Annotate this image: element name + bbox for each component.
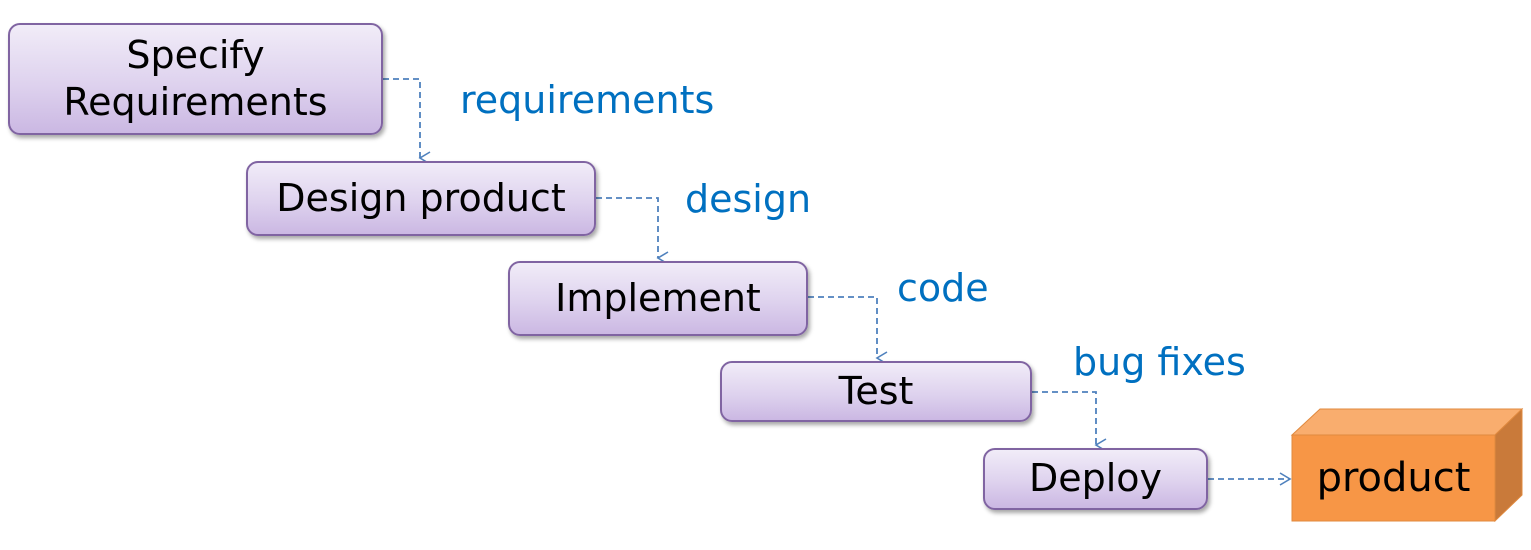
artifact-label-code: code xyxy=(897,266,989,310)
connector-implement-to-test xyxy=(808,296,888,365)
artifact-label-bug-fixes: bug fixes xyxy=(1073,340,1246,384)
artifact-label-design: design xyxy=(685,177,812,221)
step-deploy[interactable]: Deploy xyxy=(983,448,1208,510)
connector-test-to-deploy-line xyxy=(1032,391,1107,452)
artifact-label-requirements: requirements xyxy=(460,78,715,122)
connector-design-to-implement xyxy=(596,197,669,265)
product-output[interactable]: product xyxy=(1292,435,1495,520)
step-test[interactable]: Test xyxy=(720,361,1032,422)
step-design-product[interactable]: Design product xyxy=(246,161,596,236)
step-specify-requirements[interactable]: Specify Requirements xyxy=(8,23,383,135)
connector-specify-to-design xyxy=(383,78,431,165)
step-implement[interactable]: Implement xyxy=(508,261,808,336)
